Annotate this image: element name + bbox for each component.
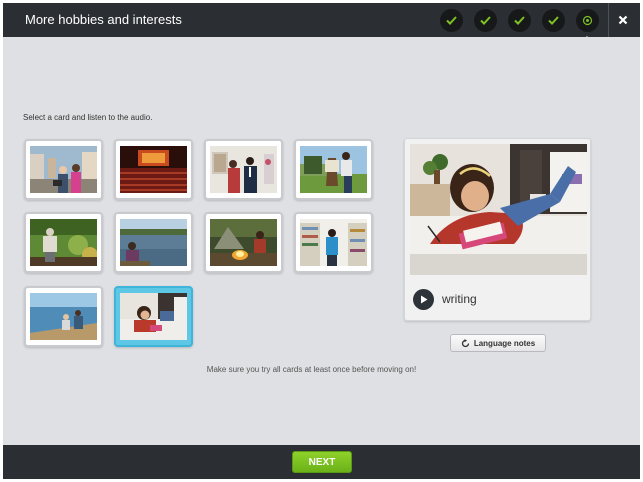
card-image xyxy=(210,146,277,193)
card-fishing[interactable] xyxy=(24,286,103,347)
card-image xyxy=(300,219,367,266)
language-notes-button[interactable]: Language notes xyxy=(450,334,546,352)
check-icon xyxy=(514,16,525,25)
card-image xyxy=(30,293,97,340)
card-library[interactable] xyxy=(294,212,373,273)
card-image xyxy=(30,219,97,266)
footer-bar: NEXT xyxy=(3,445,640,479)
header-divider xyxy=(608,3,609,37)
step-3-complete[interactable] xyxy=(508,9,531,32)
preview-image xyxy=(410,144,587,275)
step-4-complete[interactable] xyxy=(542,9,565,32)
card-campfire[interactable] xyxy=(204,212,283,273)
card-lake[interactable] xyxy=(114,212,193,273)
page-title: More hobbies and interests xyxy=(25,12,182,27)
card-image xyxy=(210,219,277,266)
app-frame: More hobbies and interests Select a card… xyxy=(3,3,640,479)
card-image xyxy=(30,146,97,193)
next-button[interactable]: NEXT xyxy=(292,451,352,473)
language-notes-label: Language notes xyxy=(473,338,536,348)
step-5-current[interactable] xyxy=(576,9,599,40)
check-icon xyxy=(446,16,457,25)
completion-note: Make sure you try all cards at least onc… xyxy=(206,365,417,374)
card-theater[interactable] xyxy=(114,139,193,200)
card-image xyxy=(120,293,187,340)
card-image xyxy=(120,146,187,193)
close-icon xyxy=(618,15,628,25)
step-2-complete[interactable] xyxy=(474,9,497,32)
card-gardening[interactable] xyxy=(24,212,103,273)
header-bar: More hobbies and interests xyxy=(3,3,640,40)
card-family-photo[interactable] xyxy=(24,139,103,200)
instruction-text: Select a card and listen to the audio. xyxy=(23,113,153,122)
card-image xyxy=(120,219,187,266)
check-icon xyxy=(548,16,559,25)
check-icon xyxy=(480,16,491,25)
play-icon xyxy=(420,295,427,304)
preview-word: writing xyxy=(442,292,477,306)
card-writing[interactable] xyxy=(114,286,193,347)
target-icon xyxy=(582,15,593,26)
close-button[interactable] xyxy=(615,12,631,28)
card-image xyxy=(300,146,367,193)
refresh-icon xyxy=(461,338,469,347)
card-conversation[interactable] xyxy=(204,139,283,200)
play-button[interactable] xyxy=(413,289,434,310)
card-painting[interactable] xyxy=(294,139,373,200)
preview-panel: writing xyxy=(404,138,591,321)
step-1-complete[interactable] xyxy=(440,9,463,32)
